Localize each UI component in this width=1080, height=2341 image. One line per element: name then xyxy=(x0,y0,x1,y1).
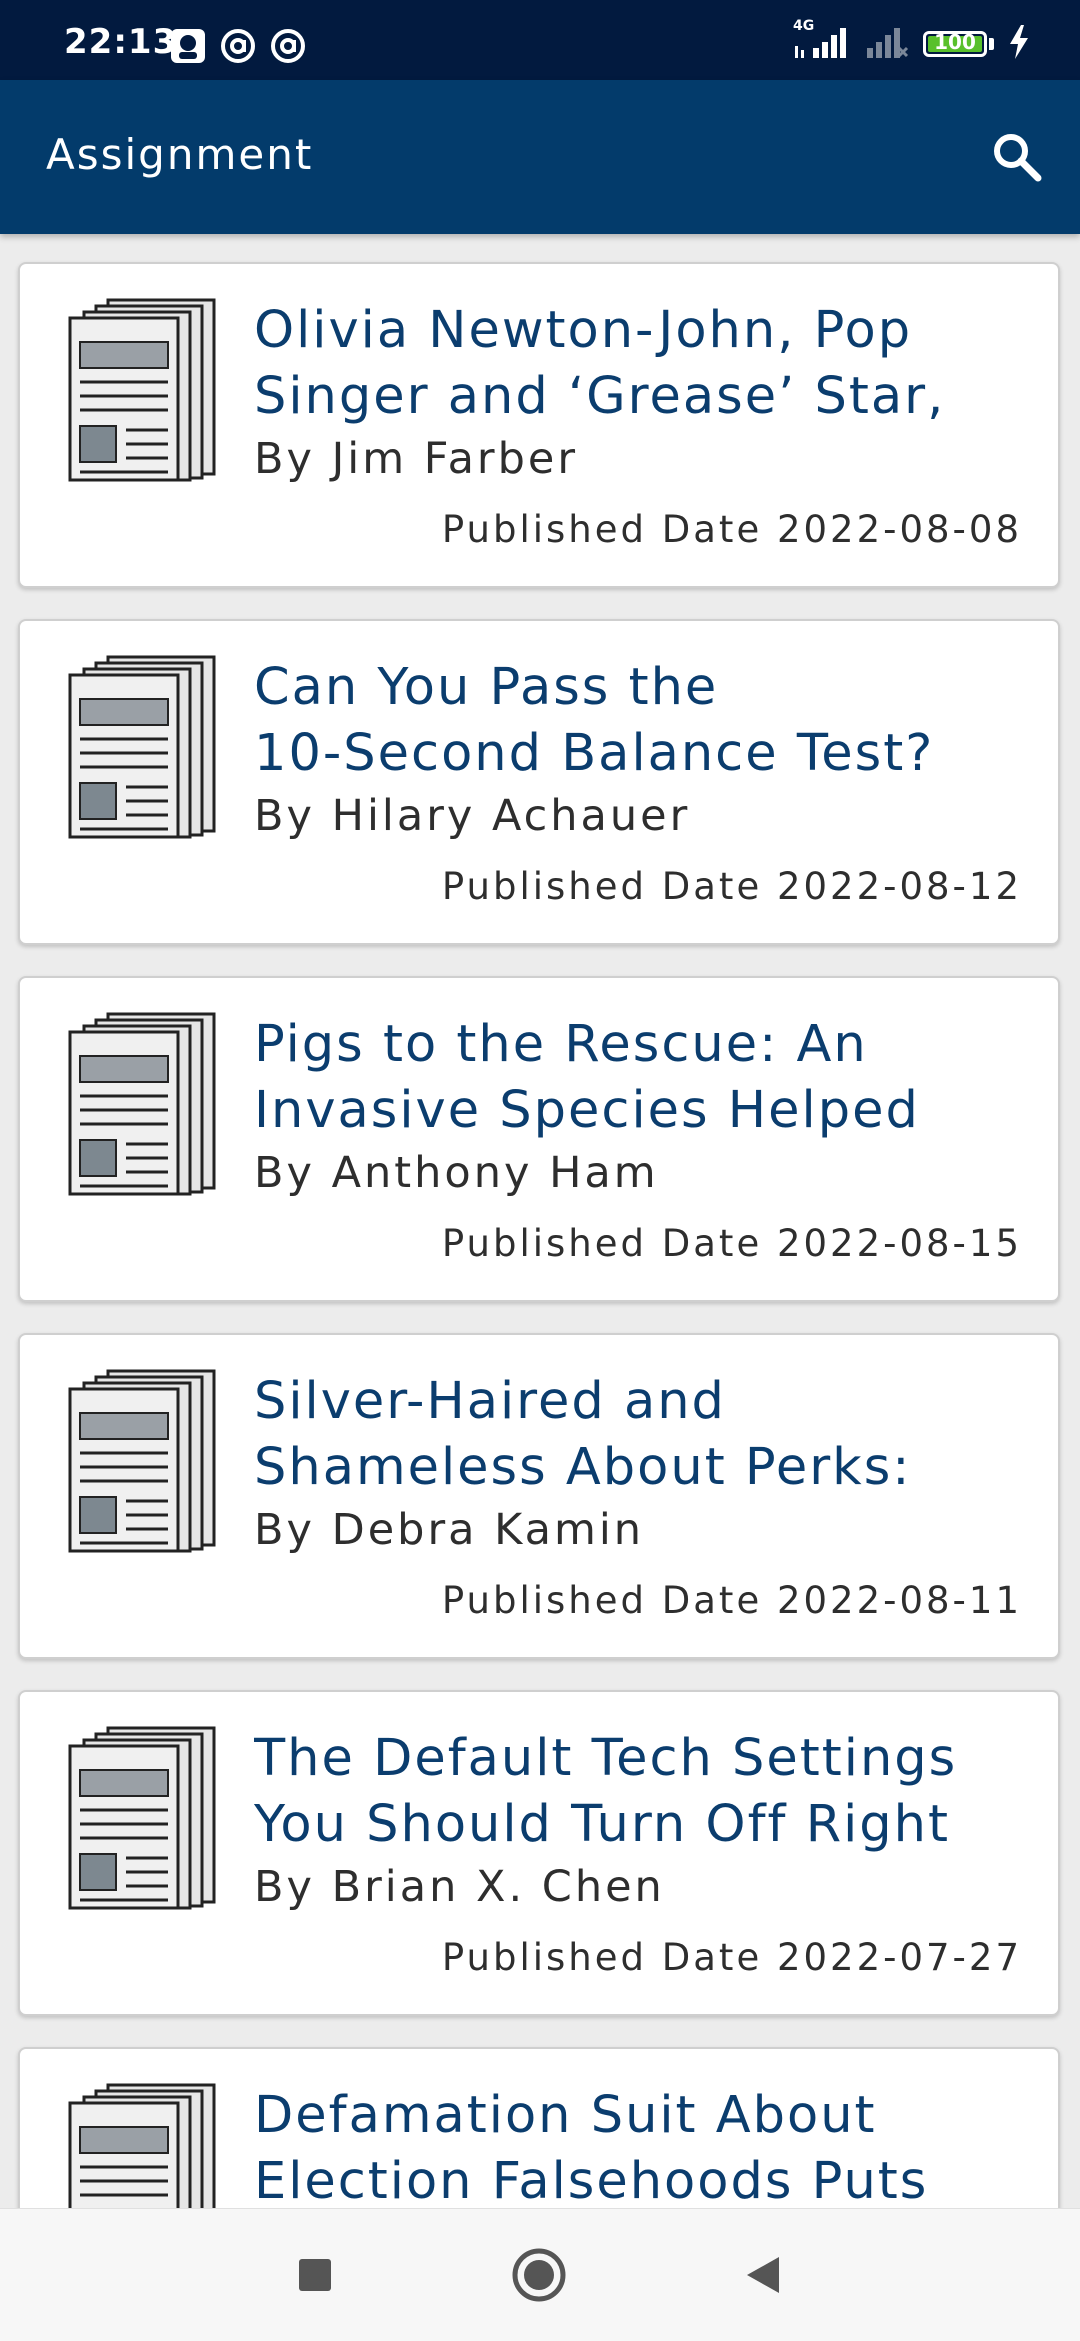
article-card[interactable]: Defamation Suit About Election Falsehood… xyxy=(18,2047,1060,2208)
article-author: By Anthony Ham xyxy=(254,1148,659,1198)
article-card[interactable]: Olivia Newton-John, Pop Singer and ‘Grea… xyxy=(18,262,1060,588)
network-label: 4G xyxy=(793,18,815,34)
charging-icon xyxy=(1008,25,1030,63)
search-icon xyxy=(994,134,1042,182)
article-card[interactable]: Can You Pass the 10-Second Balance Test?… xyxy=(18,619,1060,945)
search-button[interactable] xyxy=(984,124,1050,190)
article-title: Can You Pass the 10-Second Balance Test? xyxy=(254,658,935,783)
recents-button[interactable] xyxy=(285,2245,345,2305)
newspaper-icon xyxy=(68,1726,218,1914)
signal-icon: 4G xyxy=(791,18,851,64)
newspaper-icon xyxy=(68,2083,218,2208)
battery-tip xyxy=(989,38,994,50)
battery-icon: 100 xyxy=(923,30,987,57)
status-right-group: 4G 100 xyxy=(791,18,1030,64)
home-circle-icon xyxy=(512,2248,566,2302)
home-button[interactable] xyxy=(509,2245,569,2305)
newspaper-icon xyxy=(68,655,218,843)
article-date: Published Date 2022-07-27 xyxy=(441,1936,1022,1979)
article-date: Published Date 2022-08-08 xyxy=(441,508,1022,551)
status-bar: 22:13 4G 100 xyxy=(0,0,1080,80)
at-sign-icon xyxy=(270,28,306,68)
signal-off-icon xyxy=(865,24,909,64)
article-card[interactable]: The Default Tech Settings You Should Tur… xyxy=(18,1690,1060,2016)
article-card[interactable]: Pigs to the Rescue: An Invasive Species … xyxy=(18,976,1060,1302)
app-bar: Assignment xyxy=(0,80,1080,234)
article-title: Pigs to the Rescue: An Invasive Species … xyxy=(254,1015,920,1140)
article-list[interactable]: Olivia Newton-John, Pop Singer and ‘Grea… xyxy=(0,234,1080,2208)
at-sign-icon xyxy=(220,28,256,68)
back-button[interactable] xyxy=(733,2245,793,2305)
newspaper-icon xyxy=(68,1369,218,1557)
article-author: By Brian X. Chen xyxy=(254,1862,665,1912)
status-time: 22:13 xyxy=(64,22,178,62)
article-date: Published Date 2022-08-15 xyxy=(441,1222,1022,1265)
article-title: Defamation Suit About Election Falsehood… xyxy=(254,2086,929,2208)
article-title: Silver-Haired and Shameless About Perks: xyxy=(254,1372,912,1497)
article-author: By Debra Kamin xyxy=(254,1505,645,1555)
article-title: The Default Tech Settings You Should Tur… xyxy=(254,1729,958,1854)
system-nav-bar xyxy=(0,2208,1080,2341)
article-card[interactable]: Silver-Haired and Shameless About Perks:… xyxy=(18,1333,1060,1659)
notification-app-icon xyxy=(170,28,206,68)
article-date: Published Date 2022-08-12 xyxy=(441,865,1022,908)
recents-square-icon xyxy=(299,2259,331,2291)
article-title: Olivia Newton-John, Pop Singer and ‘Grea… xyxy=(254,301,946,426)
newspaper-icon xyxy=(68,298,218,486)
article-author: By Jim Farber xyxy=(254,434,579,484)
battery-level: 100 xyxy=(934,30,976,54)
back-triangle-icon xyxy=(747,2257,779,2293)
newspaper-icon xyxy=(68,1012,218,1200)
page-title: Assignment xyxy=(46,130,314,179)
article-author: By Hilary Achauer xyxy=(254,791,691,841)
article-date: Published Date 2022-08-11 xyxy=(441,1579,1022,1622)
